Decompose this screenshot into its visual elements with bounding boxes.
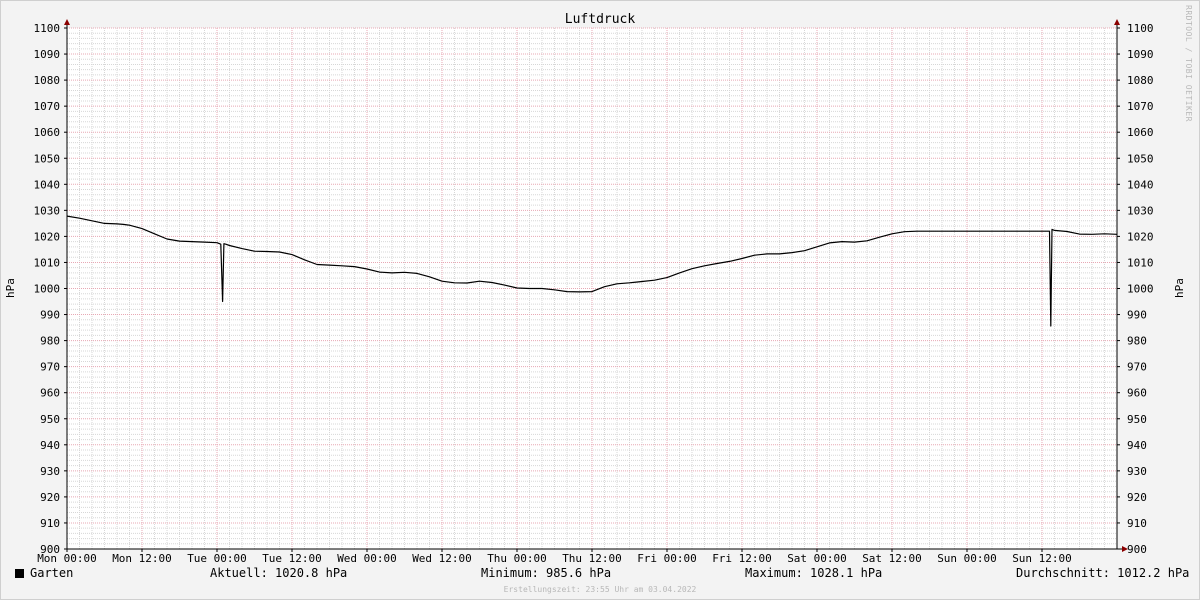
y-tick-label-right: 950	[1127, 413, 1147, 426]
y-tick-label-left: 950	[40, 413, 60, 426]
y-tick-label-left: 910	[40, 517, 60, 530]
legend-maximum: Maximum: 1028.1 hPa	[745, 566, 883, 580]
x-tick-label: Mon 00:00	[37, 552, 97, 565]
y-tick-label-left: 1100	[34, 22, 61, 35]
y-tick-label-right: 990	[1127, 309, 1147, 322]
x-tick-label: Tue 12:00	[262, 552, 322, 565]
y-tick-label-right: 960	[1127, 387, 1147, 400]
y-tick-label-left: 920	[40, 491, 60, 504]
y-tick-label-left: 960	[40, 387, 60, 400]
legend-minimum: Minimum: 985.6 hPa	[481, 566, 612, 580]
x-tick-label: Mon 12:00	[112, 552, 172, 565]
x-tick-label: Tue 00:00	[187, 552, 247, 565]
y-tick-label-right: 1000	[1127, 283, 1154, 296]
y-tick-label-left: 1080	[34, 74, 61, 87]
y-tick-label-left: 990	[40, 309, 60, 322]
y-tick-label-right: 1010	[1127, 256, 1154, 269]
y-tick-label-left: 980	[40, 335, 60, 348]
x-tick-label: Sun 00:00	[937, 552, 997, 565]
x-tick-label: Sun 12:00	[1012, 552, 1072, 565]
chart-canvas: 900 900910 910920 920930 930940 940950 950960 9…	[4, 12, 1186, 565]
y-tick-label-left: 1090	[34, 48, 61, 61]
y-tick-label-right: 910	[1127, 517, 1147, 530]
y-tick-label-right: 1070	[1127, 100, 1154, 113]
y-tick-label-left: 970	[40, 361, 60, 374]
y-tick-label-left: 940	[40, 439, 60, 452]
legend-swatch-icon	[15, 569, 24, 578]
x-tick-label: Thu 00:00	[487, 552, 547, 565]
y-tick-label-right: 1030	[1127, 204, 1154, 217]
y-tick-label-right: 900	[1127, 543, 1147, 556]
x-tick-label: Fri 12:00	[712, 552, 772, 565]
rrdtool-watermark: RRDTOOL / TOBI OETIKER	[1184, 5, 1193, 122]
y-tick-label-right: 1050	[1127, 152, 1154, 165]
y-tick-label-right: 1080	[1127, 74, 1154, 87]
y-tick-label-left: 1060	[34, 126, 61, 139]
y-axis-arrow-left-icon	[64, 19, 70, 25]
x-tick-label: Fri 00:00	[637, 552, 697, 565]
chart-legend: Garten Aktuell: 1020.8 hPa Minimum: 985.…	[0, 566, 1200, 584]
y-tick-label-right: 980	[1127, 335, 1147, 348]
legend-series-label: Garten	[30, 566, 74, 580]
x-tick-label: Thu 12:00	[562, 552, 622, 565]
y-axis-arrow-right-icon	[1114, 19, 1120, 25]
y-tick-label-left: 1050	[34, 152, 61, 165]
y-tick-label-left: 930	[40, 465, 60, 478]
y-tick-label-right: 930	[1127, 465, 1147, 478]
y-tick-label-right: 940	[1127, 439, 1147, 452]
y-tick-label-right: 970	[1127, 361, 1147, 374]
y-tick-label-left: 1000	[34, 283, 61, 296]
y-tick-label-right: 1020	[1127, 230, 1154, 243]
legend-current: Aktuell: 1020.8 hPa	[210, 566, 348, 580]
y-axis-label-right: hPa	[1173, 278, 1186, 298]
legend-average: Durchschnitt: 1012.2 hPa	[1016, 566, 1190, 580]
y-tick-label-left: 1010	[34, 256, 61, 269]
x-tick-label: Wed 00:00	[337, 552, 397, 565]
x-tick-label: Sat 00:00	[787, 552, 847, 565]
y-tick-label-left: 1040	[34, 178, 61, 191]
x-tick-label: Sat 12:00	[862, 552, 922, 565]
x-tick-label: Wed 12:00	[412, 552, 472, 565]
y-tick-label-right: 1090	[1127, 48, 1154, 61]
y-tick-label-left: 1070	[34, 100, 61, 113]
y-tick-label-left: 1030	[34, 204, 61, 217]
y-tick-label-right: 1060	[1127, 126, 1154, 139]
y-axis-label-left: hPa	[4, 278, 17, 298]
y-tick-label-right: 920	[1127, 491, 1147, 504]
legend-series: Garten	[15, 566, 73, 580]
y-tick-label-left: 1020	[34, 230, 61, 243]
y-tick-label-right: 1040	[1127, 178, 1154, 191]
y-tick-label-right: 1100	[1127, 22, 1154, 35]
footer-credit: Erstellungszeit: 23:55 Uhr am 03.04.2022	[503, 585, 697, 594]
chart-title: Luftdruck	[565, 12, 636, 27]
